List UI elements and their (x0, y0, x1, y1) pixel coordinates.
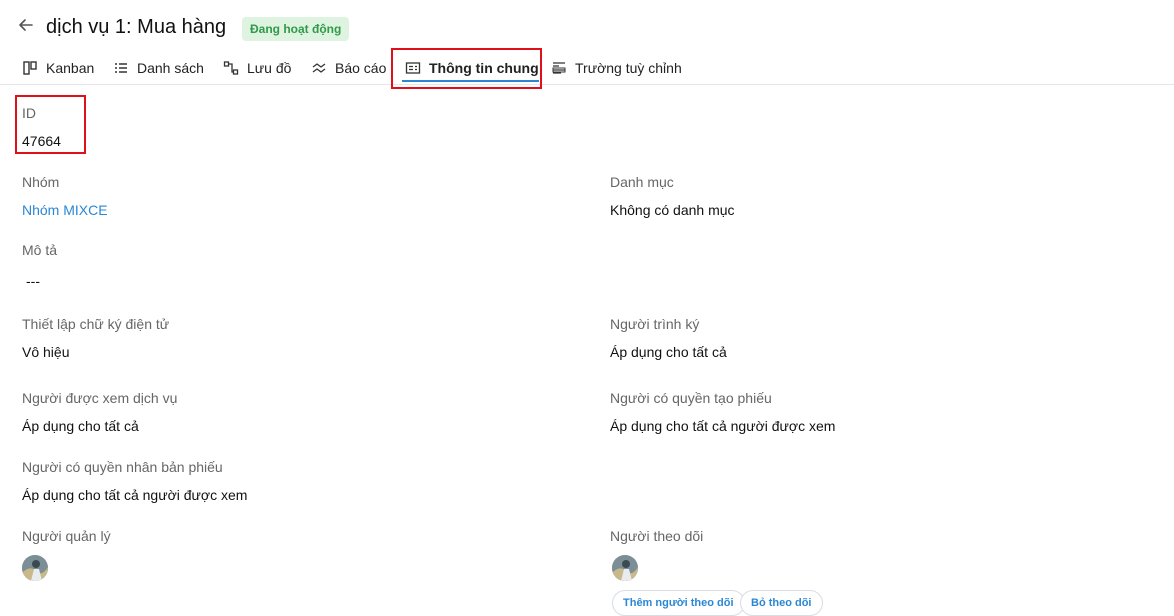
page-header: dịch vụ 1: Mua hàng Đang hoạt động (0, 0, 1174, 56)
status-badge: Đang hoạt động (242, 17, 350, 41)
category-value: Không có danh mục (610, 202, 735, 218)
duplicators-value: Áp dụng cho tất cả người được xem (22, 487, 248, 503)
manager-avatar[interactable] (22, 555, 48, 581)
kanban-icon (23, 61, 37, 75)
tab-label: Lưu đồ (247, 60, 292, 76)
tab-label: Trường tuỳ chỉnh (575, 60, 682, 76)
active-tab-indicator (402, 80, 539, 82)
unfollow-button[interactable]: Bỏ theo dõi (740, 590, 823, 616)
tab-custom-fields[interactable]: Trường tuỳ chỉnh (551, 52, 682, 84)
flowchart-icon (223, 61, 239, 75)
group-link[interactable]: Nhóm MIXCE (22, 202, 108, 218)
followers-label: Người theo dõi (610, 528, 704, 544)
follower-avatar[interactable] (612, 555, 638, 581)
managers-label: Người quản lý (22, 528, 111, 544)
arrow-left-icon[interactable] (18, 17, 38, 37)
description-value: --- (26, 273, 40, 289)
list-icon (115, 63, 127, 73)
custom-fields-icon (552, 62, 566, 74)
tab-kanban[interactable]: Kanban (22, 52, 94, 84)
tab-list[interactable]: Danh sách (113, 52, 204, 84)
e-signature-label: Thiết lập chữ ký điện tử (22, 316, 170, 332)
report-icon (312, 63, 326, 73)
viewers-label: Người được xem dịch vụ (22, 390, 178, 406)
tab-report[interactable]: Báo cáo (311, 52, 386, 84)
ticket-creators-value: Áp dụng cho tất cả người được xem (610, 418, 836, 434)
tab-label: Thông tin chung (429, 60, 539, 76)
tab-bar: Kanban Danh sách Lưu đồ Báo cáo Thông ti… (0, 52, 1174, 85)
info-icon (405, 62, 421, 74)
description-label: Mô tả (22, 242, 58, 258)
id-label: ID (22, 105, 36, 121)
tab-label: Danh sách (137, 60, 204, 76)
ticket-creators-label: Người có quyền tạo phiếu (610, 390, 772, 406)
tab-label: Kanban (46, 60, 95, 76)
viewers-value: Áp dụng cho tất cả (22, 418, 139, 434)
category-label: Danh mục (610, 174, 674, 190)
group-label: Nhóm (22, 174, 60, 190)
submitter-value: Áp dụng cho tất cả (610, 344, 727, 360)
tab-label: Báo cáo (335, 60, 387, 76)
submitter-label: Người trình ký (610, 316, 700, 332)
add-follower-button[interactable]: Thêm người theo dõi (612, 590, 745, 616)
duplicators-label: Người có quyền nhân bản phiếu (22, 459, 223, 475)
e-signature-value: Vô hiệu (22, 344, 70, 360)
tab-flowchart[interactable]: Lưu đồ (223, 52, 291, 84)
id-value: 47664 (22, 133, 61, 149)
page-title: dịch vụ 1: Mua hàng (46, 16, 227, 38)
